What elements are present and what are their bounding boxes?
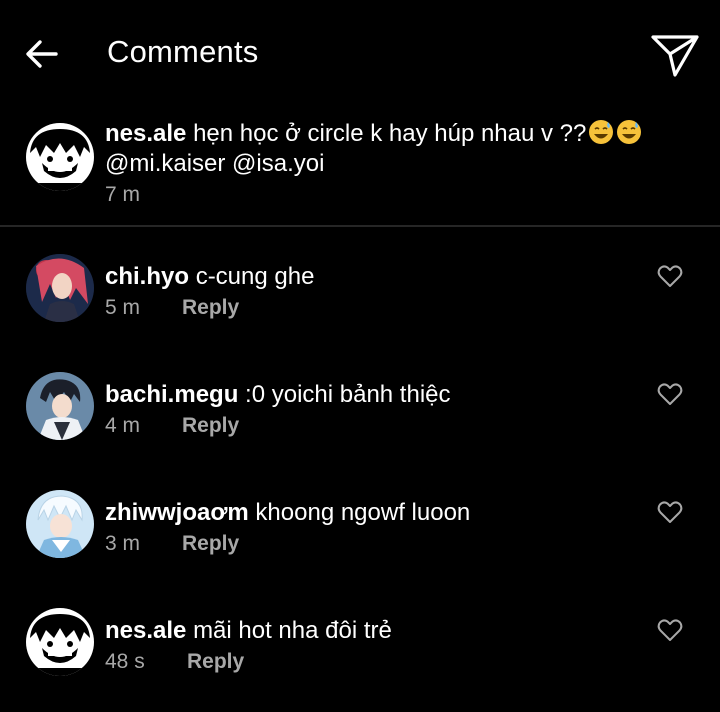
avatar-pink-hair-icon: [26, 254, 94, 322]
header-bar: Comments: [0, 0, 720, 106]
divider: [0, 225, 720, 227]
heart-icon[interactable]: [657, 264, 683, 288]
sweat-smile-emoji-icon: [616, 119, 642, 145]
comment-text: :0 yoichi bảnh thiệc: [245, 381, 451, 408]
comment-username[interactable]: zhiwwjoaơm: [105, 499, 249, 526]
caption-username[interactable]: nes.ale: [105, 120, 186, 147]
arrow-left-icon[interactable]: [24, 36, 60, 72]
avatar-white-hair-icon: [26, 490, 94, 558]
caption-timestamp: 7 m: [105, 183, 141, 206]
comment-username[interactable]: nes.ale: [105, 617, 186, 644]
comment-line: chi.hyo c-cung ghe: [105, 262, 314, 292]
caption-line-1: nes.ale hẹn học ở circle k hay húp nhau …: [105, 119, 642, 149]
caption-mentions[interactable]: @mi.kaiser @isa.yoi: [105, 149, 324, 179]
avatar-manga-icon: [26, 123, 94, 191]
comment-line: bachi.megu :0 yoichi bảnh thiệc: [105, 380, 451, 410]
comment-line: zhiwwjoaơm khoong ngowf luoon: [105, 498, 470, 528]
avatar[interactable]: [26, 372, 94, 440]
reply-button[interactable]: Reply: [182, 532, 239, 556]
comment-timestamp: 48 s: [105, 650, 145, 673]
heart-icon[interactable]: [657, 500, 683, 524]
caption-text: hẹn học ở circle k hay húp nhau v ??: [193, 120, 587, 147]
comment-timestamp: 3 m: [105, 532, 141, 555]
avatar[interactable]: [26, 123, 94, 191]
sweat-smile-emoji-icon: [588, 119, 614, 145]
avatar[interactable]: [26, 254, 94, 322]
page-title: Comments: [107, 34, 259, 69]
comment-username[interactable]: chi.hyo: [105, 263, 189, 290]
avatar[interactable]: [26, 490, 94, 558]
post-caption: nes.ale hẹn học ở circle k hay húp nhau …: [0, 106, 720, 226]
comment-text: khoong ngowf luoon: [255, 499, 471, 526]
comment-line: nes.ale mãi hot nha đôi trẻ: [105, 616, 392, 646]
avatar-dark-hair-icon: [26, 372, 94, 440]
comment-text: mãi hot nha đôi trẻ: [193, 617, 392, 644]
avatar[interactable]: [26, 608, 94, 676]
paper-plane-icon[interactable]: [650, 32, 700, 78]
comment-timestamp: 4 m: [105, 414, 141, 437]
heart-icon[interactable]: [657, 382, 683, 406]
avatar-manga-icon: [26, 608, 94, 676]
reply-button[interactable]: Reply: [187, 650, 244, 674]
reply-button[interactable]: Reply: [182, 414, 239, 438]
comment-timestamp: 5 m: [105, 296, 141, 319]
comment-text: c-cung ghe: [195, 263, 315, 290]
comment-username[interactable]: bachi.megu: [105, 381, 238, 408]
heart-icon[interactable]: [657, 618, 683, 642]
reply-button[interactable]: Reply: [182, 296, 239, 320]
